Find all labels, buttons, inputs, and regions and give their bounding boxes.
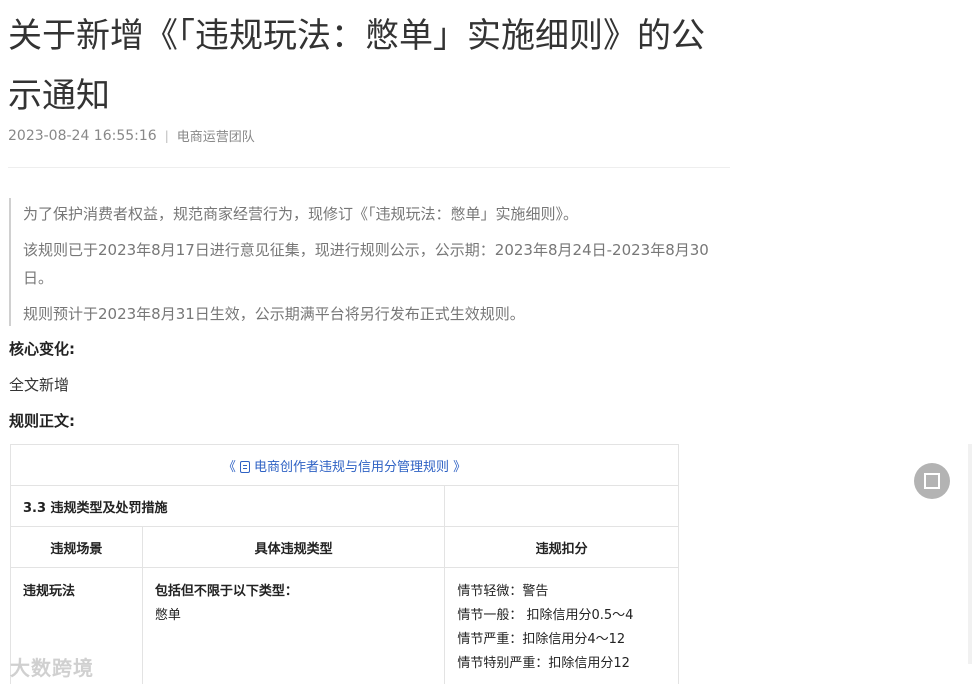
penalty-item: 情节轻微：警告 (457, 584, 549, 599)
header-penalty: 违规扣分 (444, 526, 679, 568)
article-meta: 2023-08-24 16:55:16 | 电商运营团队 (8, 126, 255, 146)
core-change-heading: 核心变化: (9, 340, 75, 358)
penalty-item: 情节特别严重：扣除信用分12 (457, 656, 630, 671)
table-row: 《 电商创作者违规与信用分管理规则 》 (10, 444, 679, 486)
core-change-text: 全文新增 (9, 376, 70, 394)
article-page: 关于新增《「违规玩法：憋单」实施细则》的公示通知 2023-08-24 16:5… (0, 0, 978, 684)
section-title-cell: 3.3 违规类型及处罚措施 (9, 485, 446, 527)
rules-table: 《 电商创作者违规与信用分管理规则 》 3.3 违规类型及处罚措施 违规场景 具… (9, 444, 679, 684)
type-lead: 包括但不限于以下类型： (154, 584, 298, 599)
table-row: 违规玩法 包括但不限于以下类型： 憋单 情节轻微：警告 情节一般： 扣除信用分0… (10, 567, 679, 684)
fullscreen-icon (932, 481, 940, 489)
article-title: 关于新增《「违规玩法：憋单」实施细则》的公示通知 (8, 16, 705, 116)
header-scene: 违规场景 (10, 526, 143, 568)
document-icon (239, 460, 250, 473)
rules-doc-link-text: 电商创作者违规与信用分管理规则 (253, 459, 449, 475)
notice-paragraph-2: 该规则已于2023年8月17日进行意见征集，现进行规则公示，公示期：2023年8… (23, 241, 709, 287)
type-cell: 包括但不限于以下类型： 憋单 (141, 567, 446, 684)
publish-datetime: 2023-08-24 16:55:16 (8, 127, 157, 144)
rules-heading: 规则正文: (9, 412, 75, 430)
empty-cell (444, 485, 679, 527)
notice-paragraph-1: 为了保护消费者权益，规范商家经营行为，现修订《「违规玩法：憋单」实施细则》。 (23, 205, 579, 223)
fullscreen-icon (924, 481, 932, 489)
meta-separator: | (164, 128, 169, 143)
notice-paragraph-3: 规则预计于2023年8月31日生效，公示期满平台将另行发布正式生效规则。 (23, 305, 525, 323)
title-divider (8, 167, 730, 168)
rules-link-cell: 《 电商创作者违规与信用分管理规则 》 (10, 444, 679, 486)
penalty-item: 情节一般： 扣除信用分0.5～4 (457, 608, 634, 623)
scrollbar[interactable] (968, 444, 972, 664)
link-open-bracket: 《 (222, 459, 236, 475)
penalty-cell: 情节轻微：警告 情节一般： 扣除信用分0.5～4 情节严重：扣除信用分4～12 … (444, 567, 679, 684)
fullscreen-button[interactable] (914, 463, 950, 499)
watermark: 大数跨境 (10, 656, 94, 680)
penalty-item: 情节严重：扣除信用分4～12 (457, 632, 626, 647)
rules-doc-link[interactable]: 电商创作者违规与信用分管理规则 (239, 459, 453, 475)
fullscreen-icon (924, 473, 932, 481)
table-header-row: 违规场景 具体违规类型 违规扣分 (10, 526, 679, 568)
fullscreen-icon (932, 473, 940, 481)
link-close-bracket: 》 (453, 459, 467, 475)
author-name[interactable]: 电商运营团队 (177, 126, 255, 145)
header-type: 具体违规类型 (141, 526, 446, 568)
notice-quote: 为了保护消费者权益，规范商家经营行为，现修订《「违规玩法：憋单」实施细则》。 该… (9, 198, 725, 326)
type-item: 憋单 (154, 608, 181, 623)
table-row: 3.3 违规类型及处罚措施 (9, 485, 679, 527)
